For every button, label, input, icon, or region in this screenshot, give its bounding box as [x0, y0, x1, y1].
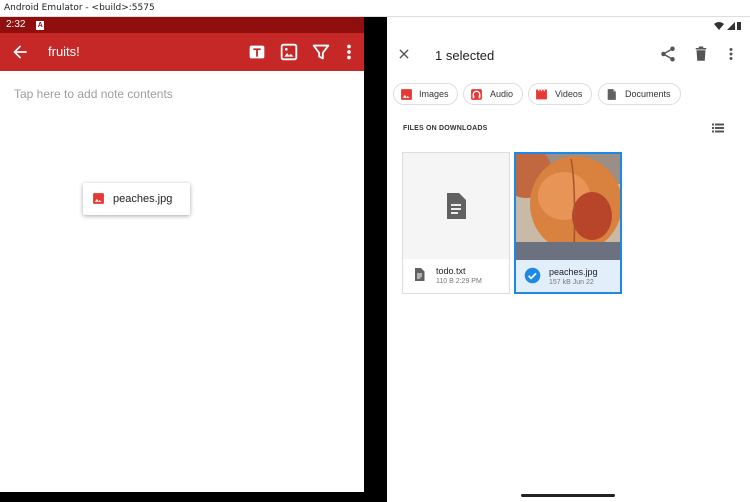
- split-screen-divider[interactable]: [364, 17, 387, 502]
- file-card-peaches[interactable]: peaches.jpg 157 kB Jun 22: [514, 152, 622, 294]
- note-content-placeholder[interactable]: Tap here to add note contents: [14, 87, 173, 101]
- dragged-file-label: peaches.jpg: [113, 193, 173, 205]
- file-picker-pane: 1 selected Images Audio Videos Documents…: [387, 17, 750, 502]
- status-bar: 2:32 A: [0, 17, 364, 33]
- peach-photo-thumbnail: [516, 154, 620, 260]
- more-vert-icon[interactable]: [722, 45, 740, 63]
- movie-icon: [536, 89, 547, 100]
- chip-documents[interactable]: Documents: [598, 83, 681, 105]
- chip-audio[interactable]: Audio: [463, 83, 523, 105]
- gesture-nav-handle[interactable]: [521, 494, 615, 497]
- file-thumbnail: [403, 153, 509, 259]
- notification-a-icon: A: [36, 21, 45, 30]
- more-vert-icon[interactable]: [338, 41, 360, 63]
- share-icon[interactable]: [659, 45, 677, 63]
- text-file-icon: [415, 268, 425, 281]
- document-icon: [607, 89, 616, 100]
- image-icon: [401, 89, 412, 100]
- wifi-battery-icons: [714, 22, 741, 30]
- chip-label: Audio: [490, 89, 514, 99]
- left-bottom-bar: [0, 492, 364, 502]
- note-app-pane: 2:32 A fruits! Tap here to add note cont…: [0, 17, 364, 497]
- app-toolbar: fruits!: [0, 33, 364, 71]
- text-file-icon: [447, 193, 466, 219]
- file-name: peaches.jpg: [549, 267, 598, 277]
- selected-check-icon[interactable]: [524, 267, 541, 284]
- file-card-todo[interactable]: todo.txt 110 B 2:29 PM: [402, 152, 510, 294]
- dragged-file-chip[interactable]: peaches.jpg: [83, 183, 190, 215]
- delete-icon[interactable]: [692, 45, 710, 63]
- image-icon[interactable]: [278, 41, 300, 63]
- file-name: todo.txt: [436, 266, 466, 276]
- chip-videos[interactable]: Videos: [528, 83, 592, 105]
- file-meta: 110 B 2:29 PM: [436, 278, 482, 285]
- filter-icon[interactable]: [310, 41, 332, 63]
- chip-label: Images: [419, 89, 449, 99]
- section-heading: FILES ON DOWNLOADS: [403, 125, 488, 132]
- back-arrow-icon[interactable]: [10, 42, 30, 62]
- file-meta: 157 kB Jun 22: [549, 279, 594, 286]
- chip-label: Documents: [625, 89, 671, 99]
- list-view-icon[interactable]: [712, 123, 724, 133]
- note-title[interactable]: fruits!: [48, 44, 80, 59]
- close-icon[interactable]: [397, 47, 411, 61]
- text-format-icon[interactable]: [246, 41, 268, 63]
- image-icon: [93, 193, 104, 204]
- selection-count-title: 1 selected: [435, 48, 495, 63]
- emulator-window-title: Android Emulator - <build>:5575: [0, 0, 750, 17]
- chip-images[interactable]: Images: [393, 83, 458, 105]
- status-time: 2:32: [6, 19, 26, 30]
- chip-label: Videos: [555, 89, 583, 99]
- headphones-icon: [471, 89, 482, 100]
